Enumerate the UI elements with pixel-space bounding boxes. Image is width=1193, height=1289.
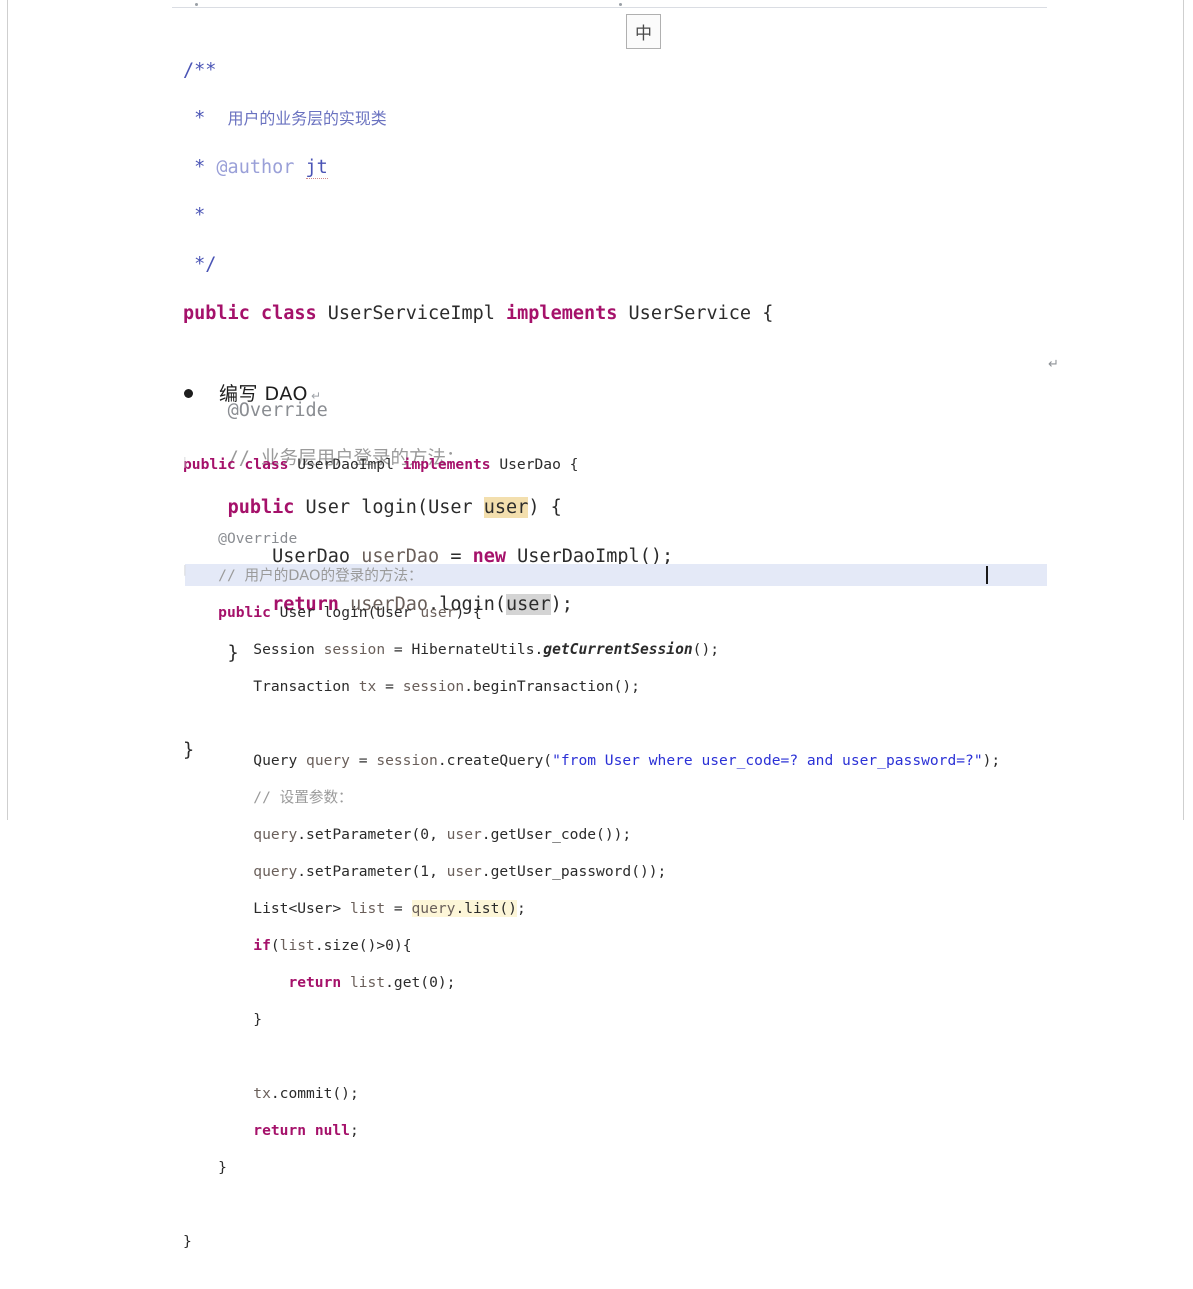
code-line: query.setParameter(1, user.getUser_passw…	[253, 863, 667, 880]
code-line: }	[183, 1011, 263, 1028]
bullet-item-label: 编写 DAO	[219, 383, 308, 405]
code-line: /**	[183, 59, 217, 81]
code-line: return null;	[253, 1122, 359, 1139]
hql-string-literal: "from User where user_code=? and user_pa…	[552, 752, 983, 769]
code-block-user-dao-impl[interactable]: public class UserDaoImpl implements User…	[183, 419, 1000, 1289]
code-line: Query query = session.createQuery("from …	[253, 752, 1001, 769]
code-line: public class UserServiceImpl implements …	[183, 302, 774, 324]
bullet-list-item[interactable]: 编写 DAO ↵	[184, 379, 321, 406]
javadoc-author-value: jt	[305, 156, 328, 179]
code-line: List<User> list = query.list();	[253, 900, 526, 917]
code-line: tx.commit();	[253, 1085, 359, 1102]
code-line: }	[183, 1159, 227, 1176]
bullet-dot-icon	[184, 389, 193, 398]
javadoc-author-tag: @author	[216, 156, 295, 178]
code-line: // 设置参数：	[253, 789, 353, 806]
code-line: * @author jt	[183, 156, 328, 179]
ruler-tick-left	[195, 3, 198, 6]
code-line: if(list.size()>0){	[253, 937, 412, 954]
code-line: query.setParameter(0, user.getUser_code(…	[253, 826, 632, 843]
code-line: return list.get(0);	[288, 974, 456, 991]
faint-edit-mark-b: |	[183, 563, 187, 576]
code-line: public User login(User user) {	[218, 604, 482, 621]
document-page: 中 /** * 用户的业务层的实现类 * @author jt * */ pub…	[0, 0, 1193, 1250]
code-line: public class UserDaoImpl implements User…	[183, 456, 579, 473]
code-line: @Override	[218, 530, 298, 547]
code-line: * 用户的业务层的实现类	[183, 108, 387, 130]
code-line: // 用户的DAO的登录的方法：	[218, 567, 423, 584]
code-line: */	[183, 253, 217, 275]
faint-edit-mark-a: |	[183, 455, 187, 468]
code-line: Transaction tx = session.beginTransactio…	[253, 678, 640, 695]
page-right-border	[1183, 0, 1184, 820]
ruler-tick-right	[619, 3, 622, 6]
code-line: }	[183, 1233, 192, 1250]
code-line: *	[183, 205, 206, 227]
top-separator-rule	[172, 7, 1047, 8]
page-left-border	[7, 0, 8, 820]
code-line: Session session = HibernateUtils.getCurr…	[253, 641, 720, 658]
highlighted-token-query-list: query.list()	[411, 900, 517, 917]
paragraph-return-mark: ↵	[1048, 357, 1059, 372]
pilcrow-icon: ↵	[310, 389, 322, 403]
